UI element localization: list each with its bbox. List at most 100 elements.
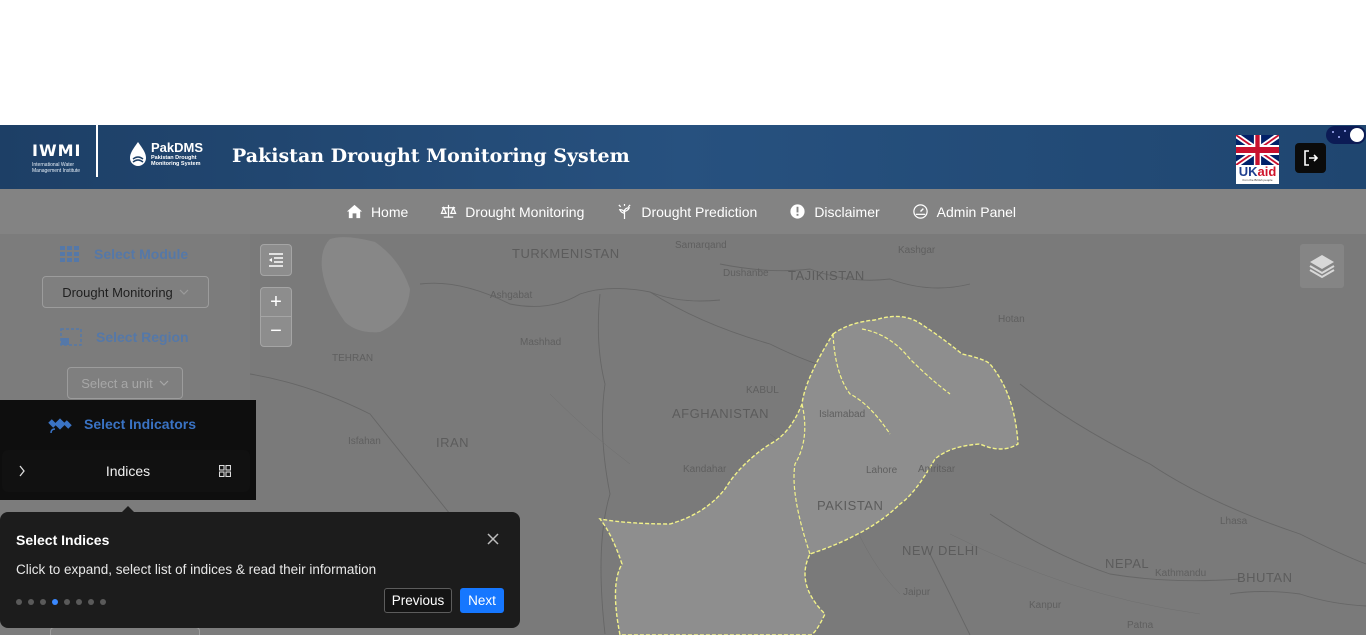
map-label-nepal: NEPAL [1105, 556, 1150, 571]
iwmi-logo-mark: IWMI [32, 141, 82, 160]
app-header: IWMI International Water Management Inst… [0, 125, 1366, 189]
tour-step-dot [76, 599, 82, 605]
toggle-knob [1350, 128, 1364, 142]
map-label-samarqand: Samarqand [675, 240, 727, 251]
module-select[interactable]: Drought Monitoring [42, 276, 209, 308]
grid-icon [60, 246, 79, 262]
indices-collapse-header[interactable]: Indices [2, 450, 250, 492]
map-label-kandahar: Kandahar [683, 464, 727, 475]
plant-sun-icon [618, 203, 631, 220]
star-icon [1338, 136, 1340, 138]
satellite-icon [48, 418, 72, 434]
iwmi-logo: IWMI International Water Management Inst… [32, 141, 92, 175]
zoom-in-button[interactable]: + [261, 288, 291, 317]
tour-next-button[interactable]: Next [460, 588, 504, 613]
nav-drought-prediction[interactable]: Drought Prediction [616, 203, 757, 220]
map-label-kabul: KABUL [746, 385, 779, 396]
map-label-dushanbe: Dushanbe [723, 268, 769, 279]
select-indicators-label: Select Indicators [84, 416, 197, 432]
tour-step-dot-active [52, 599, 58, 605]
map-label-tajikistan: TAJIKISTAN [788, 268, 865, 283]
app-title: Pakistan Drought Monitoring System [232, 145, 630, 167]
zoom-control: + − [260, 287, 292, 347]
home-icon [346, 204, 362, 219]
tour-title: Select Indices [16, 532, 110, 548]
map-label-lahore: Lahore [866, 465, 898, 476]
exclamation-circle-icon [790, 204, 805, 219]
logout-icon [1303, 150, 1318, 166]
pakistan-boundary [598, 315, 1019, 635]
map-label-ashgabat: Ashgabat [490, 290, 533, 301]
logo-divider [96, 125, 98, 177]
map-label-jaipur: Jaipur [903, 587, 931, 598]
chevron-down-icon [179, 289, 189, 295]
nav-drought-prediction-label: Drought Prediction [641, 203, 758, 220]
app-root: IWMI International Water Management Inst… [0, 125, 1366, 635]
nav-home-label: Home [370, 203, 409, 220]
chevron-down-icon [159, 380, 169, 386]
pakdms-logo-name: PakDMS [151, 140, 204, 155]
map-label-islamabad: Islamabad [819, 409, 866, 420]
map-label-kathmandu: Kathmandu [1155, 568, 1207, 579]
select-module-label: Select Module [94, 246, 189, 262]
toggle-sidebar-button[interactable] [260, 244, 292, 276]
layers-button[interactable] [1300, 244, 1344, 288]
region-select-icon [60, 328, 82, 346]
tour-step-dot [88, 599, 94, 605]
tour-step-dot [40, 599, 46, 605]
tour-previous-button[interactable]: Previous [384, 588, 452, 613]
tour-step-dot [100, 599, 106, 605]
select-region-label: Select Region [96, 329, 189, 345]
region-unit-select[interactable]: Select a unit [67, 367, 183, 399]
select-region-heading: Select Region [60, 328, 189, 346]
nav-admin-panel-label: Admin Panel [936, 203, 1017, 220]
module-select-value: Drought Monitoring [62, 284, 173, 300]
nav-disclaimer[interactable]: Disclaimer [789, 203, 880, 220]
main-nav: Home Drought Monitoring Drought Predicti… [0, 189, 1366, 234]
map-label-tehran: TEHRAN [332, 353, 374, 364]
close-icon[interactable] [485, 531, 501, 547]
nav-home[interactable]: Home [346, 203, 408, 220]
nav-drought-monitoring-label: Drought Monitoring [465, 203, 585, 220]
indent-menu-icon [269, 253, 283, 267]
ukaid-tagline: from the British people [1242, 178, 1273, 182]
indices-label: Indices [105, 463, 151, 479]
map-label-amritsar: Amritsar [918, 464, 956, 475]
tour-step-dot [28, 599, 34, 605]
theme-toggle[interactable] [1326, 126, 1366, 144]
pakdms-logo-subtitle: Pakistan Drought Monitoring System [151, 155, 201, 167]
ukaid-aid-text: aid [1257, 164, 1277, 179]
tour-step-dot [64, 599, 70, 605]
star-icon [1332, 131, 1334, 133]
zoom-out-button[interactable]: − [261, 317, 291, 346]
tour-step-dot [16, 599, 22, 605]
map-label-bhutan: BHUTAN [1237, 570, 1293, 585]
nav-drought-monitoring[interactable]: Drought Monitoring [440, 203, 584, 220]
tour-popup: Select Indices Click to expand, select l… [0, 512, 520, 628]
appstore-icon[interactable] [219, 465, 231, 477]
indicators-section: Select Indicators Indices [0, 400, 256, 500]
select-module-heading: Select Module [60, 246, 188, 262]
map-label-iran: IRAN [436, 435, 470, 450]
map-label-patna: Patna [1127, 620, 1154, 631]
map-label-pakistan: PAKISTAN [817, 498, 884, 513]
ukaid-logo: UKaid from the British people [1236, 135, 1279, 184]
map-label-lhasa: Lhasa [1220, 516, 1248, 527]
nav-admin-panel[interactable]: Admin Panel [912, 203, 1016, 220]
balance-scale-icon [440, 204, 457, 218]
tour-step-indicator [16, 599, 106, 605]
tour-description: Click to expand, select list of indices … [16, 562, 377, 577]
map-label-isfahan: Isfahan [348, 436, 381, 447]
star-icon [1344, 130, 1346, 132]
ukaid-uk-text: UK [1238, 164, 1258, 179]
select-indicators-heading: Select Indicators [48, 412, 196, 436]
region-unit-placeholder: Select a unit [81, 375, 153, 391]
map-label-turkmenistan: TURKMENISTAN [512, 246, 620, 261]
layers-icon [1309, 255, 1335, 279]
pakdms-logo: PakDMS Pakistan Drought Monitoring Syste… [127, 141, 215, 167]
logout-button[interactable] [1295, 143, 1326, 173]
dashboard-icon [912, 204, 928, 219]
map-label-new-delhi: NEW DELHI [902, 543, 979, 558]
hidden-select-edge [50, 627, 200, 635]
water-drop-icon [130, 142, 146, 166]
